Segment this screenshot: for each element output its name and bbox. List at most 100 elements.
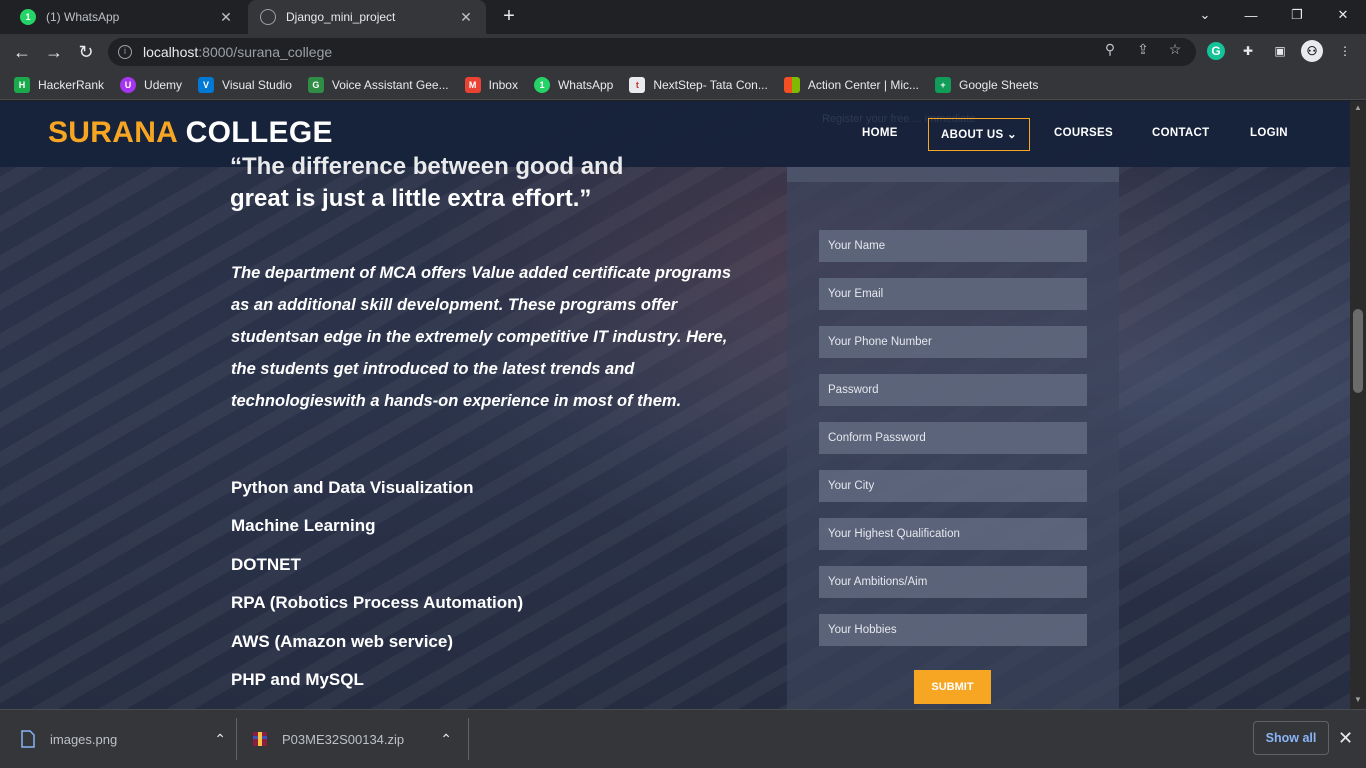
- chevron-up-icon[interactable]: ⌃: [440, 731, 452, 748]
- bookmark-udemy[interactable]: U Udemy: [120, 76, 183, 93]
- download-item[interactable]: P03ME32S00134.zip ⌃: [252, 710, 458, 768]
- chevron-up-icon[interactable]: ⌃: [214, 731, 226, 748]
- hackerrank-icon: H: [14, 76, 30, 93]
- nav-contact[interactable]: CONTACT: [1152, 127, 1209, 139]
- bookmarks-bar: H HackerRank U Udemy V Visual Studio G Voice…: [0, 70, 1366, 100]
- list-item: DOTNET: [231, 554, 301, 574]
- bookmark-label: Inbox: [488, 77, 518, 92]
- nav-courses[interactable]: COURSES: [1054, 127, 1113, 139]
- submit-button[interactable]: SUBMIT: [914, 670, 991, 704]
- placeholder: Your City: [828, 480, 875, 492]
- geeksforgeeks-icon: G: [307, 76, 324, 93]
- bookmark-google-sheets[interactable]: + Google Sheets: [935, 76, 1038, 93]
- close-icon[interactable]: ✕: [1338, 728, 1353, 749]
- tab-django-project[interactable]: Django_mini_project ✕: [248, 0, 486, 34]
- nav-about-label: ABOUT US: [941, 129, 1004, 141]
- restore-button[interactable]: ❐: [1274, 0, 1320, 30]
- bookmark-star-icon[interactable]: ☆: [1167, 41, 1183, 57]
- bookmark-action-center[interactable]: Action Center | Mic...: [783, 76, 919, 93]
- close-icon[interactable]: ✕: [218, 9, 234, 26]
- window-close-button[interactable]: ✕: [1320, 0, 1366, 30]
- placeholder: Your Hobbies: [828, 624, 897, 636]
- show-all-button[interactable]: Show all: [1253, 721, 1329, 755]
- chevron-down-icon: ⌄: [1006, 129, 1017, 141]
- visual-studio-icon: V: [198, 76, 215, 93]
- url-text: localhost:8000/surana_college: [143, 44, 333, 60]
- back-arrow-icon[interactable]: ←: [8, 38, 36, 66]
- phone-field[interactable]: Your Phone Number: [819, 326, 1087, 358]
- new-tab-button[interactable]: +: [498, 6, 520, 28]
- bookmark-label: Action Center | Mic...: [807, 77, 919, 92]
- bookmark-label: Udemy: [144, 77, 183, 92]
- microsoft-icon: [783, 76, 800, 93]
- scroll-thumb[interactable]: [1353, 309, 1363, 393]
- list-item: RPA (Robotics Process Automation): [231, 593, 524, 613]
- download-filename: images.png: [50, 731, 118, 747]
- department-description: The department of MCA offers Value added…: [231, 264, 731, 410]
- tab-search-chevron-icon[interactable]: ⌄: [1182, 0, 1228, 30]
- browser-toolbar: ← → ↻ i localhost:8000/surana_college ⚲ …: [0, 34, 1366, 70]
- zoom-icon[interactable]: ⚲: [1102, 41, 1118, 57]
- download-item[interactable]: images.png ⌃: [20, 710, 232, 768]
- extensions-puzzle-icon[interactable]: ✚: [1239, 42, 1257, 60]
- page-scrollbar[interactable]: ▲ ▼: [1350, 101, 1366, 709]
- forward-arrow-icon[interactable]: →: [40, 38, 68, 66]
- nav-home[interactable]: HOME: [862, 127, 898, 139]
- download-bar: images.png ⌃ P03ME32S00134.zip ⌃ Show al…: [0, 709, 1366, 768]
- grammarly-icon[interactable]: G: [1207, 42, 1225, 60]
- name-field[interactable]: Your Name: [819, 230, 1087, 262]
- placeholder: Your Highest Qualification: [828, 528, 960, 540]
- quote-heading: “The difference between good and great i…: [230, 151, 750, 215]
- site-info-icon[interactable]: i: [118, 45, 132, 59]
- bookmark-visual-studio[interactable]: V Visual Studio: [198, 76, 292, 93]
- bookmark-label: WhatsApp: [557, 77, 614, 92]
- hobbies-field[interactable]: Your Hobbies: [819, 614, 1087, 646]
- registration-form: Your Name Your Email Your Phone Number P…: [787, 167, 1119, 709]
- bookmark-nextstep[interactable]: t NextStep- Tata Con...: [629, 76, 768, 93]
- address-bar[interactable]: i localhost:8000/surana_college: [108, 38, 1196, 66]
- confirm-password-field[interactable]: Conform Password: [819, 422, 1087, 454]
- bookmark-label: HackerRank: [38, 77, 105, 92]
- tab-whatsapp[interactable]: 1 (1) WhatsApp ✕: [8, 0, 246, 34]
- tab-title: (1) WhatsApp: [46, 10, 120, 24]
- placeholder: Conform Password: [828, 432, 926, 444]
- ambitions-field[interactable]: Your Ambitions/Aim: [819, 566, 1087, 598]
- city-field[interactable]: Your City: [819, 470, 1087, 502]
- share-icon[interactable]: ⇪: [1135, 41, 1151, 57]
- email-field[interactable]: Your Email: [819, 278, 1087, 310]
- placeholder: Your Name: [828, 240, 886, 252]
- list-item: Machine Learning: [231, 516, 376, 536]
- download-filename: P03ME32S00134.zip: [282, 731, 405, 747]
- quote-line-1: “The difference between good and: [230, 153, 624, 180]
- nav-login[interactable]: LOGIN: [1250, 127, 1288, 139]
- side-panel-icon[interactable]: ▣: [1271, 42, 1289, 60]
- qualification-field[interactable]: Your Highest Qualification: [819, 518, 1087, 550]
- kebab-menu-icon[interactable]: ⋮: [1336, 42, 1354, 60]
- site-logo[interactable]: SURANA COLLEGE: [48, 116, 333, 150]
- tab-strip: 1 (1) WhatsApp ✕ Django_mini_project ✕ +…: [0, 0, 1366, 34]
- logo-word-1: SURANA: [48, 116, 178, 149]
- list-item: AWS (Amazon web service): [231, 631, 454, 651]
- bookmark-whatsapp[interactable]: 1 WhatsApp: [533, 76, 614, 93]
- password-field[interactable]: Password: [819, 374, 1087, 406]
- bookmark-voice-assistant[interactable]: G Voice Assistant Gee...: [307, 76, 449, 93]
- divider: [468, 718, 469, 760]
- bookmark-label: Visual Studio: [222, 77, 292, 92]
- reload-icon[interactable]: ↻: [72, 38, 100, 66]
- divider: [236, 718, 237, 760]
- minimize-button[interactable]: —: [1228, 0, 1274, 30]
- bookmark-inbox[interactable]: M Inbox: [464, 76, 518, 93]
- list-item: PHP and MySQL: [231, 669, 364, 689]
- gmail-icon: M: [464, 76, 481, 93]
- placeholder: Your Phone Number: [828, 336, 932, 348]
- google-sheets-icon: +: [935, 76, 951, 93]
- bookmark-label: NextStep- Tata Con...: [653, 77, 768, 92]
- nav-about-us[interactable]: ABOUT US ⌄: [928, 118, 1030, 151]
- whatsapp-icon: 1: [20, 9, 36, 25]
- profile-avatar[interactable]: ⚇: [1301, 40, 1323, 62]
- scroll-up-arrow-icon[interactable]: ▲: [1354, 103, 1362, 112]
- bookmark-hackerrank[interactable]: H HackerRank: [14, 76, 105, 93]
- list-item: Python and Data Visualization: [231, 478, 474, 497]
- scroll-down-arrow-icon[interactable]: ▼: [1354, 695, 1362, 704]
- close-icon[interactable]: ✕: [458, 9, 474, 26]
